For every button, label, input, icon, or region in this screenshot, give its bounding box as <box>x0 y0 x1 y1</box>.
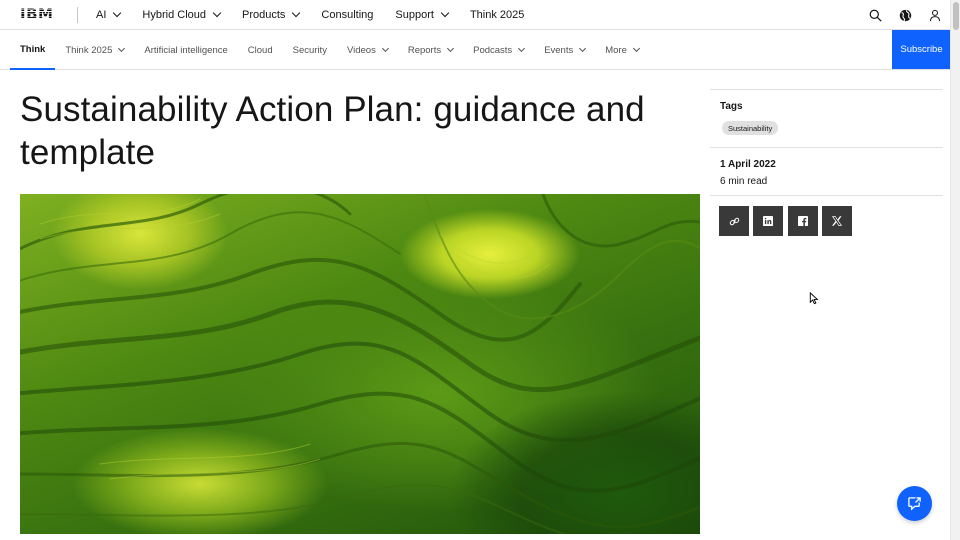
topnav-label: AI <box>96 9 107 21</box>
sidebar-divider <box>710 147 943 148</box>
subnav-label: Cloud <box>247 44 273 56</box>
subnav-label: Videos <box>346 44 376 56</box>
subnav-item-more[interactable]: More <box>595 30 649 70</box>
sidebar-divider <box>710 89 943 90</box>
topnav-label: Consulting <box>321 9 374 21</box>
topnav-item-products[interactable]: Products <box>242 8 301 21</box>
topnav-label: Hybrid Cloud <box>142 9 206 21</box>
subnav-label: Think <box>20 43 46 55</box>
topnav-label: Think 2025 <box>469 9 525 21</box>
mouse-cursor-icon <box>809 292 819 305</box>
publish-date: 1 April 2022 <box>720 159 776 170</box>
chevron-down-icon <box>113 8 122 18</box>
share-linkedin-button[interactable] <box>753 206 783 236</box>
share-x-button[interactable] <box>822 206 852 236</box>
globe-icon[interactable] <box>890 0 920 30</box>
subnav-label: Events <box>544 44 574 56</box>
subscribe-button[interactable]: Subscribe <box>892 30 951 69</box>
subnav-item-podcasts[interactable]: Podcasts <box>463 30 534 70</box>
subnav-item-events[interactable]: Events <box>534 30 595 70</box>
hero-image <box>20 194 700 534</box>
subnav-items: Think Think 2025 Artificial intelligence… <box>10 30 649 70</box>
chevron-down-icon <box>632 44 640 52</box>
topnav-label: Support <box>395 9 434 21</box>
topnav-label: Products <box>242 9 286 21</box>
topnav-item-ai[interactable]: AI <box>96 8 122 21</box>
ibm-logo[interactable]: IBM <box>20 7 56 22</box>
x-icon <box>832 216 842 226</box>
chevron-down-icon <box>292 8 301 18</box>
chat-button[interactable] <box>897 486 932 521</box>
topnav-item-hybrid-cloud[interactable]: Hybrid Cloud <box>142 8 222 21</box>
page-scrollbar[interactable] <box>950 0 960 540</box>
chevron-down-icon <box>579 44 587 52</box>
read-time: 6 min read <box>720 176 768 187</box>
logo-text: IBM <box>20 5 54 23</box>
chevron-down-icon <box>447 44 455 52</box>
masthead: IBM AI Hybrid Cloud Products Consulting … <box>0 0 950 30</box>
subnav-label: Artificial intelligence <box>144 44 228 56</box>
topnav-item-consulting[interactable]: Consulting <box>321 9 373 21</box>
tag-sustainability[interactable]: Sustainability <box>722 121 779 135</box>
subnav-label: Security <box>292 44 327 56</box>
tags-heading: Tags <box>720 101 743 112</box>
topnav-item-support[interactable]: Support <box>395 8 450 21</box>
subnav-label: Reports <box>407 44 442 56</box>
masthead-actions <box>860 0 950 30</box>
subnav-label: Think 2025 <box>65 44 113 56</box>
terrace-contours <box>20 194 700 534</box>
subnav-item-think-2025[interactable]: Think 2025 <box>55 30 134 70</box>
facebook-icon <box>798 216 808 226</box>
scrollbar-thumb[interactable] <box>953 2 959 30</box>
topnav-item-think-2025[interactable]: Think 2025 <box>470 9 524 21</box>
chevron-down-icon <box>518 44 526 52</box>
subnav-item-videos[interactable]: Videos <box>337 30 398 70</box>
subnav-item-cloud[interactable]: Cloud <box>238 30 283 70</box>
search-icon[interactable] <box>860 0 890 30</box>
chevron-down-icon <box>118 44 126 52</box>
chat-launch-icon <box>908 497 921 511</box>
top-navigation: AI Hybrid Cloud Products Consulting Supp… <box>96 0 546 30</box>
link-icon <box>729 217 739 225</box>
subnav-item-reports[interactable]: Reports <box>398 30 463 70</box>
linkedin-icon <box>763 216 773 226</box>
subnav-item-artificial-intelligence[interactable]: Artificial intelligence <box>134 30 237 70</box>
masthead-divider <box>77 7 78 23</box>
share-facebook-button[interactable] <box>788 206 818 236</box>
user-icon[interactable] <box>920 0 950 30</box>
chevron-down-icon <box>212 8 222 18</box>
sidebar-divider <box>710 195 943 196</box>
subnav-item-think[interactable]: Think <box>10 30 56 70</box>
subnav-item-security[interactable]: Security <box>283 30 337 70</box>
chevron-down-icon <box>381 44 389 52</box>
share-link-button[interactable] <box>719 206 749 236</box>
chevron-down-icon <box>440 8 450 18</box>
secondary-navigation: Think Think 2025 Artificial intelligence… <box>0 30 950 70</box>
subnav-label: More <box>605 44 627 56</box>
page-title: Sustainability Action Plan: guidance and… <box>20 90 645 172</box>
subnav-label: Podcasts <box>473 44 513 56</box>
